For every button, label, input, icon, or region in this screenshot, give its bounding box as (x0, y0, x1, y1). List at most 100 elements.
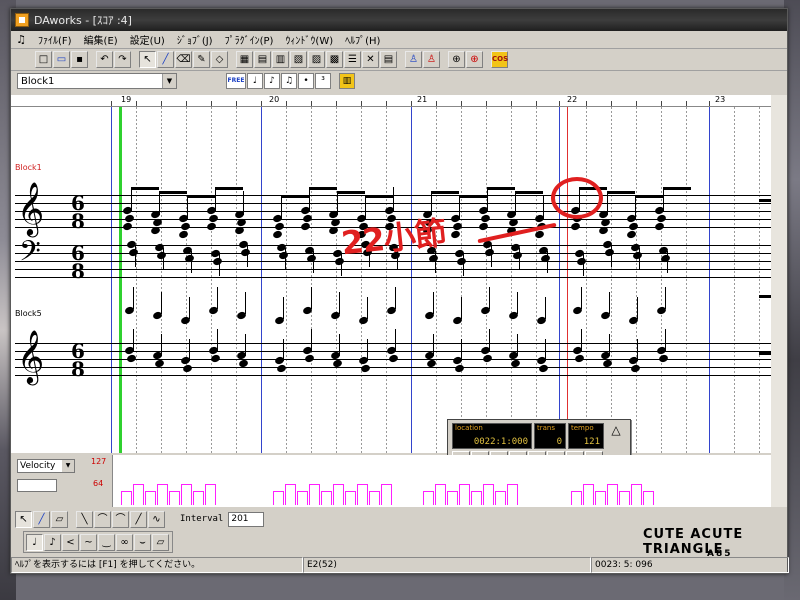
arc-tool-icon[interactable]: ⌒ (112, 510, 129, 528)
notehead[interactable] (128, 247, 139, 258)
velocity-pane[interactable]: Velocity ▼ 127 64 (11, 455, 773, 507)
notehead[interactable] (632, 250, 643, 261)
cresc-icon[interactable]: < (62, 533, 79, 551)
notehead[interactable] (570, 221, 581, 232)
pen-icon[interactable]: ╱ (157, 51, 174, 68)
chevron-down-icon[interactable]: ▼ (162, 74, 176, 88)
notehead[interactable] (360, 363, 371, 374)
notehead[interactable] (574, 353, 585, 364)
undo-icon[interactable]: ↶ (96, 51, 113, 68)
velocity-bar[interactable] (583, 484, 584, 505)
tie-icon[interactable]: ⌣ (134, 533, 151, 551)
velocity-bar[interactable] (121, 491, 122, 505)
notehead[interactable] (234, 225, 245, 236)
velocity-bar[interactable] (309, 484, 310, 505)
grid-view-1-icon[interactable]: ▦ (236, 51, 253, 68)
velocity-bar[interactable] (381, 484, 382, 505)
interval-input[interactable]: 201 (228, 511, 265, 527)
notehead[interactable] (210, 353, 221, 364)
title-bar[interactable]: DAworks - [ｽｺｱ :4] (11, 9, 787, 31)
dot-icon[interactable]: • (298, 73, 314, 89)
velocity-bar[interactable] (273, 491, 274, 505)
velocity-bar[interactable] (205, 484, 206, 505)
free-mode-button[interactable]: FREE (226, 73, 246, 89)
pencil-icon[interactable]: ✎ (193, 51, 210, 68)
notehead[interactable] (630, 363, 641, 374)
whole-note-icon[interactable]: ♩ (247, 73, 263, 89)
curve-tool-icon[interactable]: ⌒ (94, 510, 111, 528)
velocity-bar[interactable] (495, 491, 496, 505)
velocity-bar[interactable] (619, 491, 620, 505)
menu-window[interactable]: ｳｨﾝﾄﾞｳ(W) (279, 32, 339, 47)
loop-icon[interactable]: ⊕ (448, 51, 465, 68)
slur-icon[interactable]: ‿ (98, 533, 115, 551)
velocity-bar[interactable] (181, 484, 182, 505)
score-canvas[interactable]: 19 20 21 22 23 Block1 Block5 𝄞 𝄢 𝄞 6 8 6… (11, 95, 773, 453)
document-icon[interactable]: ♫ (14, 33, 28, 47)
notehead[interactable] (484, 247, 495, 258)
velocity-bar[interactable] (447, 491, 448, 505)
select-arrow-icon[interactable]: ↖ (15, 510, 32, 528)
notehead[interactable] (182, 363, 193, 374)
line-tool-icon[interactable]: ╲ (76, 510, 93, 528)
mixer-icon[interactable]: ✕ (362, 51, 379, 68)
eraser-icon[interactable]: ⌫ (175, 51, 192, 68)
redo-icon[interactable]: ↷ (114, 51, 131, 68)
record-loop-icon[interactable]: ⊕ (466, 51, 483, 68)
notehead[interactable] (456, 256, 467, 267)
notehead[interactable] (534, 229, 545, 240)
location-display[interactable]: location 0022:1:000 (452, 423, 532, 449)
velocity-bar[interactable] (435, 484, 436, 505)
velocity-select[interactable]: Velocity ▼ (17, 459, 75, 473)
pen-icon[interactable]: ╱ (33, 510, 50, 528)
score-settings-icon[interactable]: ▥ (339, 73, 355, 89)
notehead[interactable] (278, 250, 289, 261)
velocity-bar[interactable] (133, 484, 134, 505)
velocity-bar[interactable] (471, 491, 472, 505)
wave-tool-icon[interactable]: ∿ (148, 510, 165, 528)
menu-job[interactable]: ｼﾞｮﾌﾞ(J) (171, 32, 219, 47)
velocity-bar[interactable] (297, 491, 298, 505)
notehead[interactable] (328, 225, 339, 236)
velocity-bar[interactable] (571, 491, 572, 505)
tempo-lock-icon[interactable]: △ (606, 423, 626, 449)
trans-display[interactable]: trans 0 (534, 423, 566, 449)
notehead[interactable] (598, 225, 609, 236)
velocity-bar[interactable] (321, 491, 322, 505)
velocity-bar[interactable] (631, 484, 632, 505)
save-icon[interactable]: ▪ (71, 51, 88, 68)
notehead[interactable] (388, 353, 399, 364)
grace-note-icon[interactable]: ♪ (44, 533, 61, 551)
new-file-icon[interactable]: □ (35, 51, 52, 68)
notehead[interactable] (150, 225, 161, 236)
velocity-bar[interactable] (157, 484, 158, 505)
eighth-note-icon[interactable]: ♫ (281, 73, 297, 89)
velocity-value-spinner[interactable] (17, 479, 57, 492)
notehead[interactable] (272, 229, 283, 240)
menu-file[interactable]: ﾌｧｲﾙ(F) (32, 32, 78, 47)
select-arrow-icon[interactable]: ↖ (139, 51, 156, 68)
grid-view-2-icon[interactable]: ▤ (254, 51, 271, 68)
grid-view-4-icon[interactable]: ▧ (290, 51, 307, 68)
velocity-bar[interactable] (357, 484, 358, 505)
menu-plugin[interactable]: ﾌﾟﾗｸﾞｲﾝ(P) (219, 32, 280, 47)
measure-ruler[interactable]: 19 20 21 22 23 (11, 95, 773, 107)
cos-button[interactable]: COS (491, 51, 508, 68)
velocity-bar[interactable] (643, 491, 644, 505)
notehead[interactable] (206, 221, 217, 232)
notehead[interactable] (478, 221, 489, 232)
ramp-tool-icon[interactable]: ╱ (130, 510, 147, 528)
notehead[interactable] (122, 221, 133, 232)
gliss-icon[interactable]: ~ (80, 533, 97, 551)
notehead[interactable] (654, 221, 665, 232)
velocity-bar[interactable] (595, 491, 596, 505)
track-view-icon[interactable]: ☰ (344, 51, 361, 68)
record-marker-icon[interactable]: ♙ (423, 51, 440, 68)
menu-help[interactable]: ﾍﾙﾌﾟ(H) (339, 32, 386, 47)
custom-articulation-icon[interactable]: ▱ (152, 533, 169, 551)
menu-edit[interactable]: 編集(E) (78, 32, 124, 47)
velocity-bar[interactable] (459, 484, 460, 505)
velocity-bar[interactable] (607, 484, 608, 505)
notehead[interactable] (658, 353, 669, 364)
tempo-display[interactable]: tempo 121 (568, 423, 604, 449)
